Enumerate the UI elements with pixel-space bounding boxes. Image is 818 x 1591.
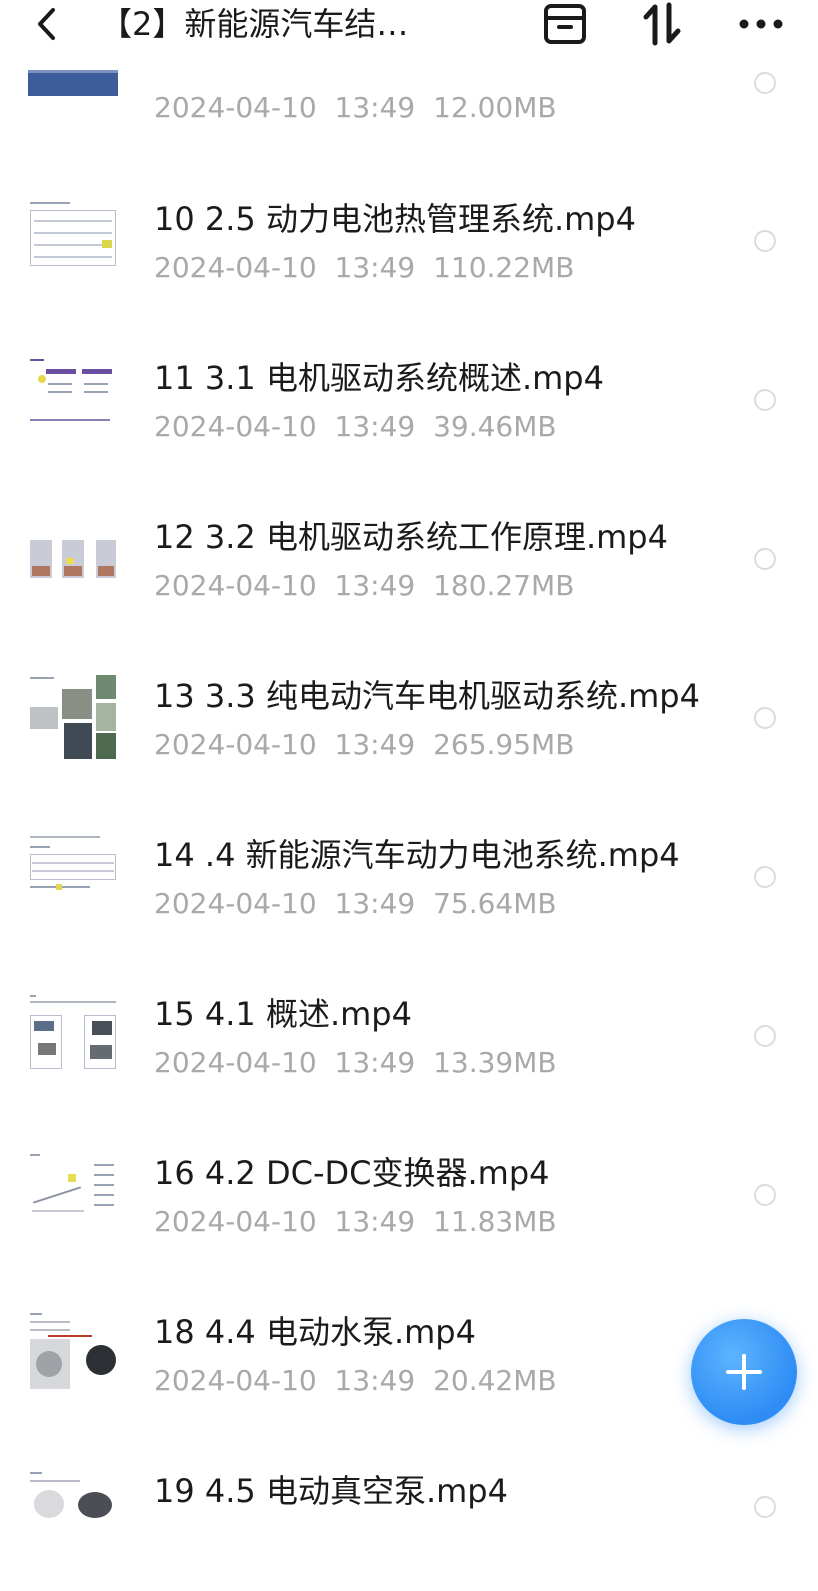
list-item[interactable]: 16 4.2 DC-DC变换器.mp4 2024-04-10 13:49 11.… [0, 1114, 818, 1273]
select-checkbox[interactable] [754, 866, 776, 888]
file-name: 16 4.2 DC-DC变换器.mp4 [154, 1154, 550, 1192]
file-meta: 2024-04-10 13:49 180.27MB [154, 568, 574, 604]
file-name: 10 2.5 动力电池热管理系统.mp4 [154, 200, 636, 238]
file-time: 13:49 [334, 728, 416, 761]
file-meta: 2024-04-10 13:49 20.42MB [154, 1363, 557, 1399]
sort-arrows-icon [643, 2, 681, 46]
file-time: 13:49 [334, 887, 416, 920]
list-item[interactable]: 11 3.1 电机驱动系统概述.mp4 2024-04-10 13:49 39.… [0, 319, 818, 478]
file-date: 2024-04-10 [154, 1205, 317, 1238]
select-checkbox[interactable] [754, 1025, 776, 1047]
table-slide-thumbnail [28, 832, 118, 920]
file-size: 110.22MB [433, 251, 575, 284]
file-date: 2024-04-10 [154, 1364, 317, 1397]
file-meta: 2024-04-10 13:49 12.00MB [154, 90, 557, 126]
file-time: 13:49 [334, 569, 416, 602]
file-meta: 2024-04-10 13:49 265.95MB [154, 727, 574, 763]
file-time: 13:49 [334, 251, 416, 284]
graph-slide-thumbnail [28, 1150, 118, 1238]
file-date: 2024-04-10 [154, 1046, 317, 1079]
sort-button[interactable] [637, 0, 687, 48]
pump-slide-thumbnail [28, 1309, 118, 1397]
vacuum-pump-thumbnail [28, 1468, 118, 1518]
select-checkbox[interactable] [754, 230, 776, 252]
file-date: 2024-04-10 [154, 569, 317, 602]
file-date: 2024-04-10 [154, 728, 317, 761]
select-checkbox[interactable] [754, 1496, 776, 1518]
file-size: 11.83MB [433, 1205, 557, 1238]
file-name: 12 3.2 电机驱动系统工作原理.mp4 [154, 518, 668, 556]
file-size: 12.00MB [433, 91, 557, 124]
file-time: 13:49 [334, 1046, 416, 1079]
page-title: 【2】新能源汽车结… [100, 5, 409, 43]
select-checkbox[interactable] [754, 389, 776, 411]
file-size: 13.39MB [433, 1046, 557, 1079]
list-item[interactable]: 12 3.2 电机驱动系统工作原理.mp4 2024-04-10 13:49 1… [0, 478, 818, 637]
diagram-slide-thumbnail [28, 355, 118, 443]
select-checkbox[interactable] [754, 72, 776, 94]
file-meta: 2024-04-10 13:49 11.83MB [154, 1204, 557, 1240]
file-name: 19 4.5 电动真空泵.mp4 [154, 1472, 508, 1510]
file-date: 2024-04-10 [154, 251, 317, 284]
file-size: 180.27MB [433, 569, 575, 602]
file-size: 20.42MB [433, 1364, 557, 1397]
archive-box-icon [544, 4, 586, 44]
select-checkbox[interactable] [754, 548, 776, 570]
list-item[interactable]: 13 3.3 纯电动汽车电机驱动系统.mp4 2024-04-10 13:49 … [0, 637, 818, 796]
file-name: 13 3.3 纯电动汽车电机驱动系统.mp4 [154, 677, 700, 715]
list-item[interactable]: 14 .4 新能源汽车动力电池系统.mp4 2024-04-10 13:49 7… [0, 796, 818, 955]
top-app-bar: 【2】新能源汽车结… [0, 0, 818, 60]
file-time: 13:49 [334, 1205, 416, 1238]
select-checkbox[interactable] [754, 1184, 776, 1206]
file-name: 15 4.1 概述.mp4 [154, 995, 412, 1033]
photo-collage-thumbnail [28, 673, 118, 761]
file-time: 13:49 [334, 1364, 416, 1397]
file-name: 11 3.1 电机驱动系统概述.mp4 [154, 359, 604, 397]
add-fab-button[interactable] [691, 1319, 797, 1425]
list-item[interactable]: 19 4.5 电动真空泵.mp4 [0, 1432, 818, 1591]
more-button[interactable] [736, 0, 786, 48]
more-dots-icon [739, 19, 783, 29]
archive-button[interactable] [540, 0, 590, 48]
file-name: 14 .4 新能源汽车动力电池系统.mp4 [154, 836, 680, 874]
file-meta: 2024-04-10 13:49 110.22MB [154, 250, 574, 286]
file-date: 2024-04-10 [154, 410, 317, 443]
list-item[interactable]: 15 4.1 概述.mp4 2024-04-10 13:49 13.39MB [0, 955, 818, 1114]
file-size: 75.64MB [433, 887, 557, 920]
file-time: 13:49 [334, 91, 416, 124]
chevron-left-icon [38, 8, 55, 40]
file-date: 2024-04-10 [154, 887, 317, 920]
file-time: 13:49 [334, 410, 416, 443]
file-meta: 2024-04-10 13:49 39.46MB [154, 409, 557, 445]
file-size: 265.95MB [433, 728, 575, 761]
components-slide-thumbnail [28, 991, 118, 1079]
select-checkbox[interactable] [754, 707, 776, 729]
file-date: 2024-04-10 [154, 91, 317, 124]
file-meta: 2024-04-10 13:49 13.39MB [154, 1045, 557, 1081]
file-meta: 2024-04-10 13:49 75.64MB [154, 886, 557, 922]
back-button[interactable] [28, 4, 68, 44]
motor-diagram-thumbnail [28, 514, 118, 602]
file-name: 18 4.4 电动水泵.mp4 [154, 1313, 476, 1351]
file-size: 39.46MB [433, 410, 557, 443]
table-slide-thumbnail [28, 196, 118, 284]
list-item[interactable]: 10 2.5 动力电池热管理系统.mp4 2024-04-10 13:49 11… [0, 160, 818, 319]
